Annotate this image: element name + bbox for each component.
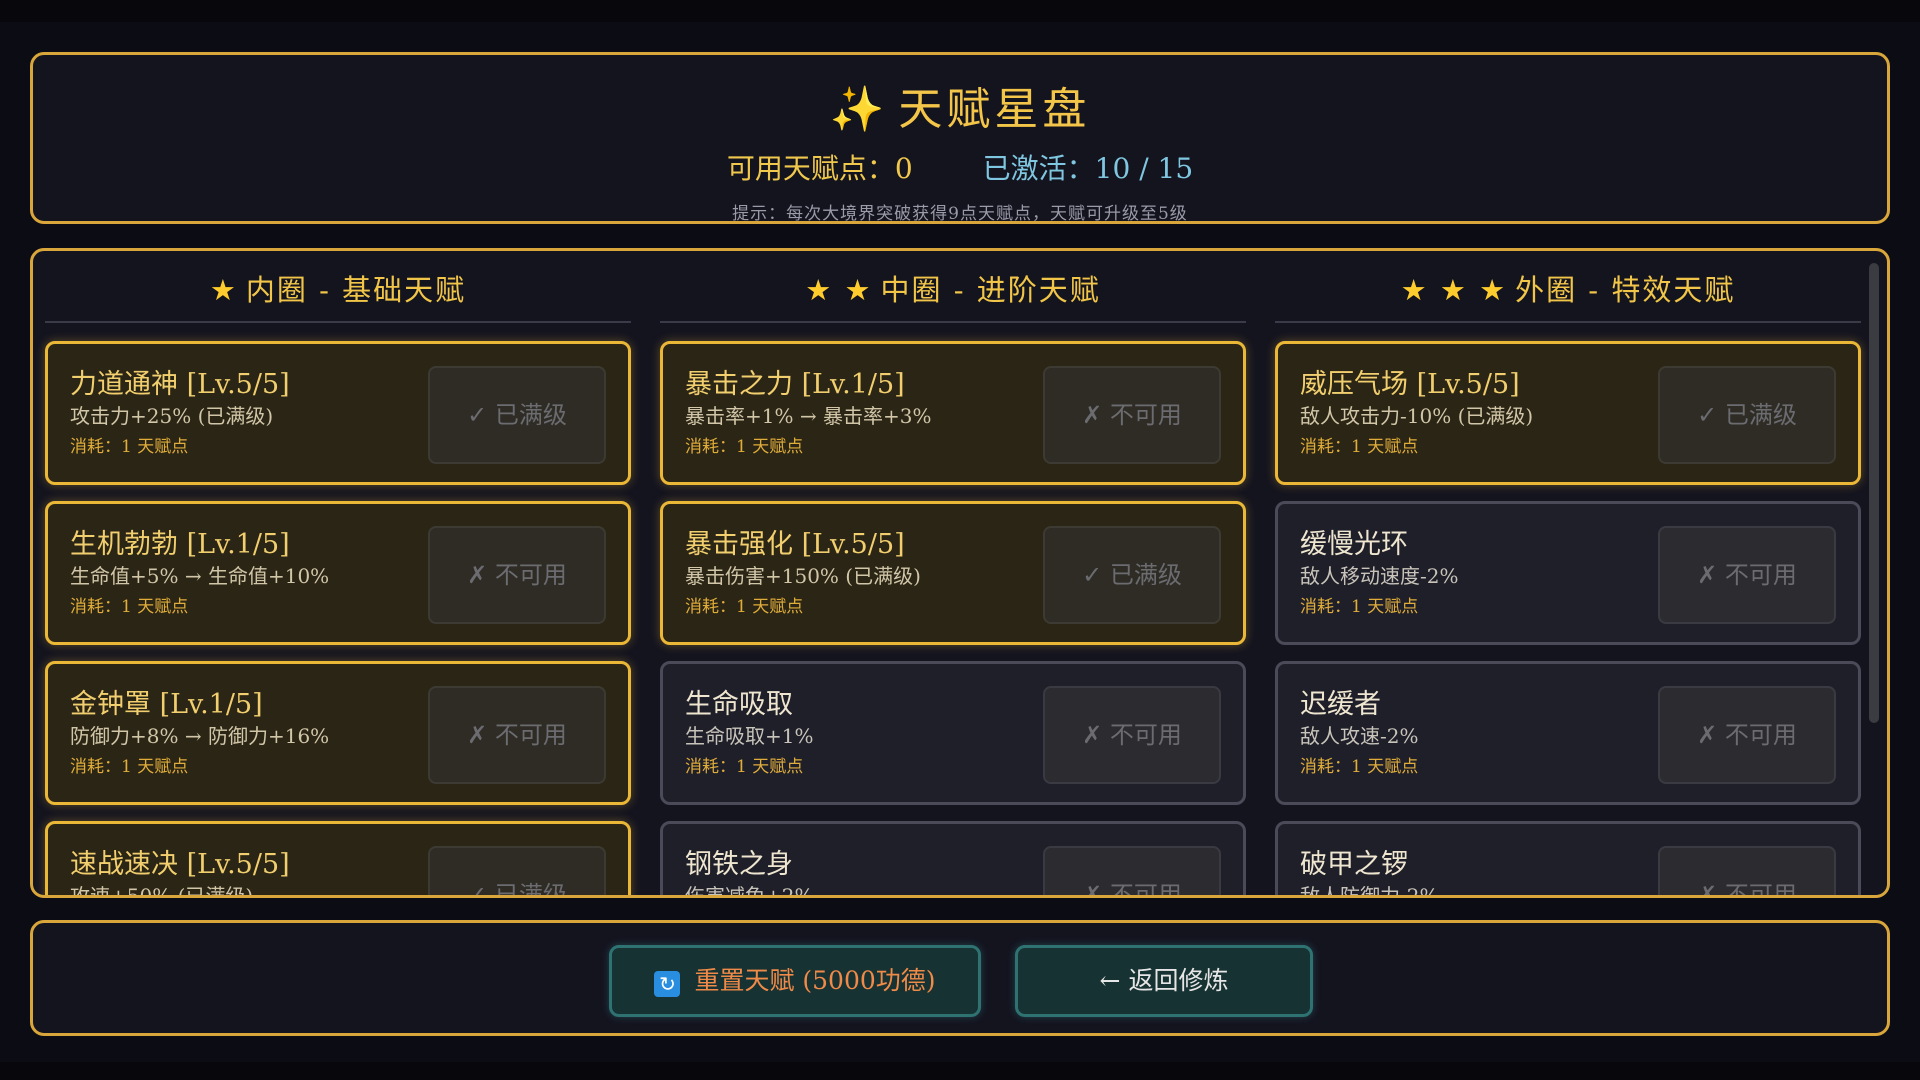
talent-card: 速战速决 [Lv.5/5]攻速+50% (已满级)消耗：1 天赋点✓ 已满级	[45, 821, 631, 898]
talent-name: 生命吸取	[685, 689, 793, 720]
talent-name: 钢铁之身	[685, 849, 793, 880]
talent-name: 力道通神 [Lv.5/5]	[70, 369, 290, 400]
talent-card: 金钟罩 [Lv.1/5] 防御力+8% → 防御力+16% 消耗：1 天赋点 ✗ 不可…	[45, 661, 631, 805]
talent-name: 破甲之锣	[1300, 849, 1408, 880]
talent-effect: 生命吸取+1%	[685, 724, 814, 748]
talent-column-1: ★ 内圈 - 基础天赋力道通神 [Lv.5/5] 攻击力+25% (已满级) 消耗：1…	[45, 261, 631, 895]
talent-action-button[interactable]: ✗ 不可用	[1043, 846, 1221, 895]
talent-name: 缓慢光环	[1300, 529, 1408, 560]
talent-effect: 敌人移动速度-2%	[1300, 564, 1459, 588]
talent-effect: 暴击率+1% → 暴击率+3%	[685, 404, 932, 428]
talent-action-button[interactable]: ✓ 已满级	[428, 846, 606, 895]
talent-cost: 消耗：1 天赋点	[685, 597, 804, 617]
talent-card: 钢铁之身伤害减免+2%消耗：1 天赋点✗ 不可用	[660, 821, 1246, 898]
talent-cost: 消耗：1 天赋点	[70, 597, 189, 617]
star-icon: ★ ★	[805, 273, 873, 307]
talent-action-button[interactable]: ✗ 不可用	[1043, 686, 1221, 784]
available-points: 可用天赋点：0	[727, 147, 913, 187]
talent-cost: 消耗：1 天赋点	[70, 757, 189, 777]
talent-name: 威压气场 [Lv.5/5]	[1300, 369, 1520, 400]
talent-effect: 防御力+8% → 防御力+16%	[70, 724, 330, 748]
talent-action-button[interactable]: ✓ 已满级	[428, 366, 606, 464]
talent-cost: 消耗：1 天赋点	[685, 437, 804, 457]
reset-talents-label: 重置天赋 (5000功德)	[694, 966, 936, 995]
talent-action-button[interactable]: ✗ 不可用	[428, 686, 606, 784]
footer-panel: ↻ 重置天赋 (5000功德) ← 返回修炼	[30, 920, 1890, 1036]
talent-action-button[interactable]: ✗ 不可用	[1658, 846, 1836, 895]
talent-effect: 攻击力+25% (已满级)	[70, 404, 274, 428]
talent-action-button[interactable]: ✗ 不可用	[428, 526, 606, 624]
talent-action-button[interactable]: ✗ 不可用	[1043, 366, 1221, 464]
talent-card: 暴击强化 [Lv.5/5] 暴击伤害+150% (已满级) 消耗：1 天赋点 ✓ 已满…	[660, 501, 1246, 645]
talent-card: 生命吸取生命吸取+1% 消耗：1 天赋点 ✗ 不可用	[660, 661, 1246, 805]
column-title: 外圈 - 特效天赋	[1515, 273, 1736, 307]
talent-card: 迟缓者敌人攻速-2% 消耗：1 天赋点 ✗ 不可用	[1275, 661, 1861, 805]
activated-count: 已激活：10 / 15	[983, 147, 1194, 187]
sparkle-icon: ✨	[829, 84, 889, 135]
bottom-bar	[0, 1062, 1920, 1080]
column-header: ★ ★ 中圈 - 进阶天赋	[660, 261, 1246, 323]
talent-action-button[interactable]: ✗ 不可用	[1658, 686, 1836, 784]
talent-effect: 敌人防御力-2%	[1300, 884, 1439, 898]
talent-effect: 敌人攻速-2%	[1300, 724, 1419, 748]
talent-name: 暴击强化 [Lv.5/5]	[685, 529, 905, 560]
column-header: ★ ★ ★ 外圈 - 特效天赋	[1275, 261, 1861, 323]
star-icon: ★	[209, 273, 238, 307]
page-title: ✨ 天赋星盘	[33, 73, 1887, 137]
talent-name: 速战速决 [Lv.5/5]	[70, 849, 290, 880]
header-panel: ✨ 天赋星盘 可用天赋点：0 已激活：10 / 15 提示：每次大境界突破获得9点…	[30, 52, 1890, 224]
talent-card: 破甲之锣敌人防御力-2%消耗：1 天赋点✗ 不可用	[1275, 821, 1861, 898]
talent-cost: 消耗：1 天赋点	[1300, 757, 1419, 777]
talent-cost: 消耗：1 天赋点	[1300, 437, 1419, 457]
talent-name: 金钟罩 [Lv.1/5]	[70, 689, 263, 720]
talent-effect: 伤害减免+2%	[685, 884, 814, 898]
back-to-cultivation-button[interactable]: ← 返回修炼	[1015, 945, 1313, 1017]
talent-card: 生机勃勃 [Lv.1/5] 生命值+5% → 生命值+10% 消耗：1 天赋点 ✗ 不…	[45, 501, 631, 645]
talent-column-3: ★ ★ ★ 外圈 - 特效天赋威压气场 [Lv.5/5] 敌人攻击力-10% (已满…	[1275, 261, 1861, 895]
talent-name: 迟缓者	[1300, 689, 1381, 720]
available-points-value: 0	[894, 152, 913, 185]
talent-action-button[interactable]: ✓ 已满级	[1658, 366, 1836, 464]
hint-text: 提示：每次大境界突破获得9点天赋点，天赋可升级至5级	[732, 204, 1188, 224]
activated-count-label: 已激活：	[982, 152, 1095, 185]
talent-name: 暴击之力 [Lv.1/5]	[685, 369, 905, 400]
activated-count-value: 10 / 15	[1094, 152, 1194, 185]
star-icon: ★ ★ ★	[1400, 273, 1508, 307]
talent-card: 威压气场 [Lv.5/5] 敌人攻击力-10% (已满级) 消耗：1 天赋点 ✓ 已满…	[1275, 341, 1861, 485]
talent-card: 力道通神 [Lv.5/5] 攻击力+25% (已满级) 消耗：1 天赋点 ✓ 已满级	[45, 341, 631, 485]
talent-cost: 消耗：1 天赋点	[1300, 597, 1419, 617]
talent-effect: 敌人攻击力-10% (已满级)	[1300, 404, 1534, 428]
scrollbar[interactable]	[1869, 263, 1879, 723]
talent-card: 缓慢光环敌人移动速度-2% 消耗：1 天赋点 ✗ 不可用	[1275, 501, 1861, 645]
talent-action-button[interactable]: ✗ 不可用	[1658, 526, 1836, 624]
talent-name: 生机勃勃 [Lv.1/5]	[70, 529, 290, 560]
page-title-text: 天赋星盘	[898, 84, 1091, 135]
talent-effect: 攻速+50% (已满级)	[70, 884, 254, 898]
talent-grid-panel: ★ 内圈 - 基础天赋力道通神 [Lv.5/5] 攻击力+25% (已满级) 消耗：1…	[30, 248, 1890, 898]
talent-column-2: ★ ★ 中圈 - 进阶天赋暴击之力 [Lv.1/5] 暴击率+1% → 暴击率+3%…	[660, 261, 1246, 895]
talent-stats: 可用天赋点：0 已激活：10 / 15	[33, 147, 1887, 187]
talent-action-button[interactable]: ✓ 已满级	[1043, 526, 1221, 624]
available-points-label: 可用天赋点：	[726, 152, 895, 185]
reset-talents-button[interactable]: ↻ 重置天赋 (5000功德)	[609, 945, 981, 1017]
column-title: 中圈 - 进阶天赋	[880, 273, 1101, 307]
talent-cost: 消耗：1 天赋点	[70, 437, 189, 457]
column-title: 内圈 - 基础天赋	[245, 273, 467, 307]
top-bar	[0, 0, 1920, 22]
talent-columns: ★ 内圈 - 基础天赋力道通神 [Lv.5/5] 攻击力+25% (已满级) 消耗：1…	[45, 261, 1861, 895]
talent-cost: 消耗：1 天赋点	[685, 757, 804, 777]
reset-icon: ↻	[654, 971, 681, 997]
column-header: ★ 内圈 - 基础天赋	[45, 261, 631, 323]
talent-effect: 生命值+5% → 生命值+10%	[70, 564, 330, 588]
talent-effect: 暴击伤害+150% (已满级)	[685, 564, 921, 588]
talent-card: 暴击之力 [Lv.1/5] 暴击率+1% → 暴击率+3% 消耗：1 天赋点 ✗ 不可…	[660, 341, 1246, 485]
